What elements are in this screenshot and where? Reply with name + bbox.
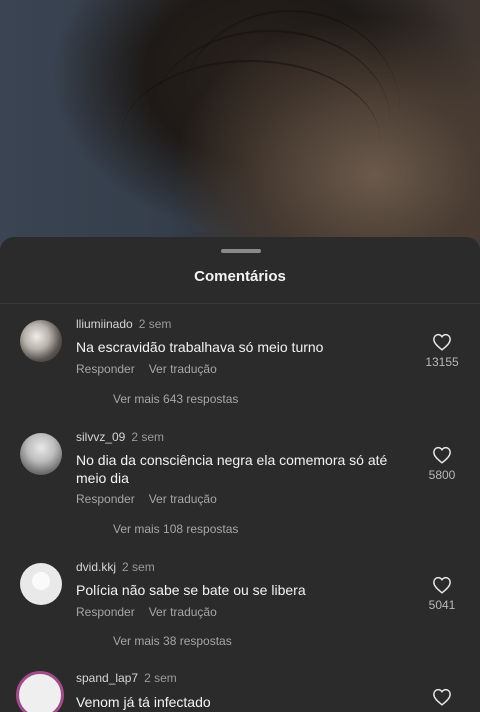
video-frame-detail xyxy=(180,10,400,210)
like-count: 13155 xyxy=(425,355,459,369)
heart-outline-icon xyxy=(433,333,451,351)
heart-outline-icon xyxy=(433,688,451,706)
comment-username[interactable]: lliumiinado 2 sem xyxy=(76,317,171,331)
like-button[interactable] xyxy=(422,688,462,706)
avatar[interactable] xyxy=(20,433,62,475)
username-text[interactable]: dvid.kkj xyxy=(76,560,116,574)
view-more-replies-button[interactable]: Ver mais 38 respostas xyxy=(113,634,232,648)
translate-button[interactable]: Ver tradução xyxy=(149,605,217,619)
like-count: 5041 xyxy=(428,598,456,612)
heart-outline-icon xyxy=(433,446,451,464)
comment-time: 2 sem xyxy=(144,671,177,685)
translate-button[interactable]: Ver tradução xyxy=(149,492,217,506)
reply-button[interactable]: Responder xyxy=(76,362,135,376)
comment-time: 2 sem xyxy=(122,560,155,574)
view-more-replies-button[interactable]: Ver mais 643 respostas xyxy=(113,392,238,406)
like-button[interactable]: 13155 xyxy=(422,333,462,369)
avatar[interactable] xyxy=(20,320,62,362)
comment-username[interactable]: dvid.kkj 2 sem xyxy=(76,560,155,574)
avatar[interactable] xyxy=(16,671,64,712)
avatar[interactable] xyxy=(20,563,62,605)
username-text[interactable]: lliumiinado xyxy=(76,317,133,331)
comment-username[interactable]: spand_lap7 2 sem xyxy=(76,671,177,685)
comment-actions: Responder Ver tradução xyxy=(76,605,217,619)
comment-text: No dia da consciência negra ela comemora… xyxy=(76,452,388,486)
comments-sheet: Comentários lliumiinado 2 sem Na escravid… xyxy=(0,237,480,712)
translate-button[interactable]: Ver tradução xyxy=(149,362,217,376)
divider xyxy=(0,303,480,304)
video-background[interactable] xyxy=(0,0,480,250)
comment-text: Na escravidão trabalhava só meio turno xyxy=(76,339,324,355)
like-count: 5800 xyxy=(428,468,456,482)
like-button[interactable]: 5041 xyxy=(422,576,462,612)
comment-actions: Responder Ver tradução xyxy=(76,362,217,376)
heart-outline-icon xyxy=(433,576,451,594)
view-more-replies-button[interactable]: Ver mais 108 respostas xyxy=(113,522,238,536)
sheet-drag-handle[interactable] xyxy=(221,249,261,253)
like-button[interactable]: 5800 xyxy=(422,446,462,482)
username-text[interactable]: silvvz_09 xyxy=(76,430,125,444)
username-text[interactable]: spand_lap7 xyxy=(76,671,138,685)
reply-button[interactable]: Responder xyxy=(76,605,135,619)
comment-text: Polícia não sabe se bate ou se libera xyxy=(76,582,306,598)
comment-username[interactable]: silvvz_09 2 sem xyxy=(76,430,164,444)
comment-text: Venom já tá infectado xyxy=(76,694,211,710)
comment-time: 2 sem xyxy=(131,430,165,444)
comment-actions: Responder Ver tradução xyxy=(76,492,217,506)
reply-button[interactable]: Responder xyxy=(76,492,135,506)
sheet-title: Comentários xyxy=(194,268,286,285)
comment-time: 2 sem xyxy=(138,317,172,331)
